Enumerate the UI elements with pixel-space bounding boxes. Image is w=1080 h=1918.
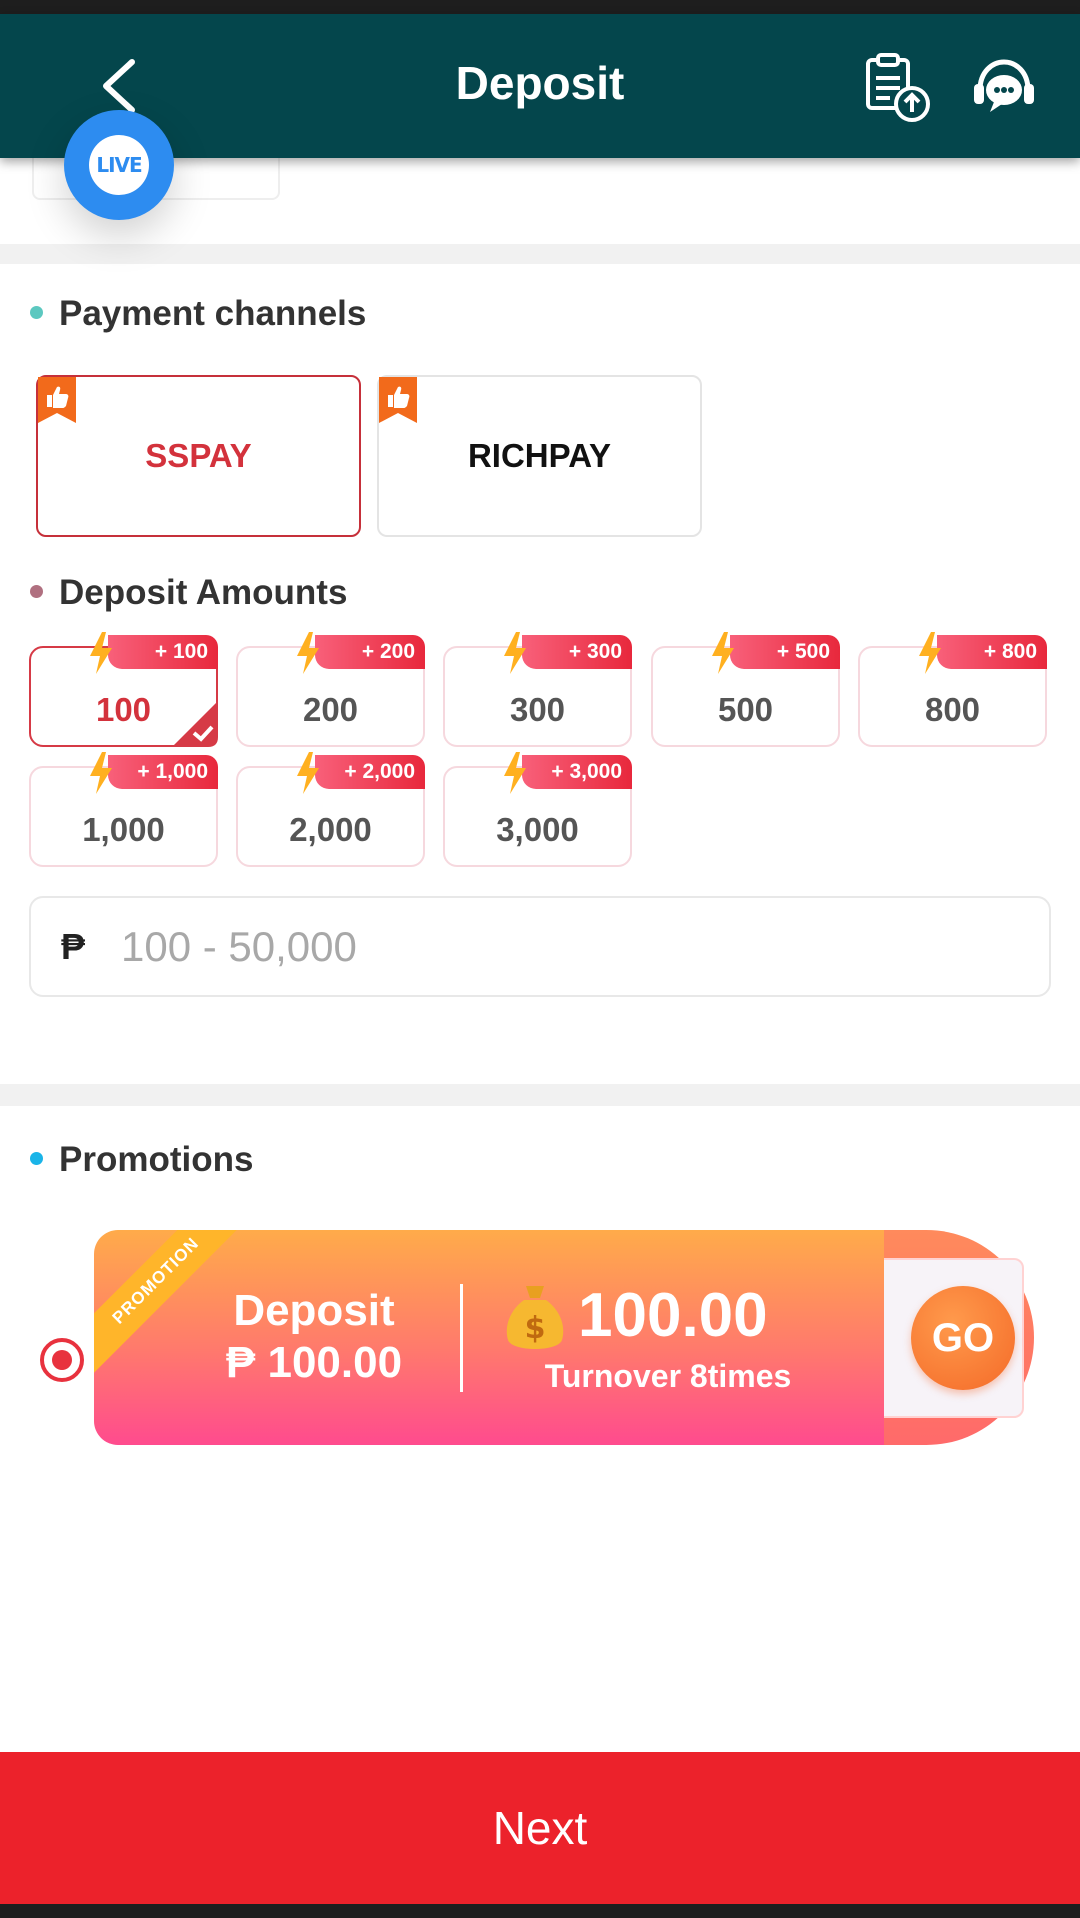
lightning-icon [297, 752, 319, 794]
promo-deposit-amount: ₱ 100.00 [225, 1338, 403, 1387]
channel-richpay[interactable]: RICHPAY [377, 375, 702, 537]
deposit-amounts-title-text: Deposit Amounts [59, 573, 348, 612]
amount-option-3000[interactable]: + 3,000 3,000 [443, 752, 632, 867]
bullet-dot [30, 585, 43, 599]
amount-value: 800 [924, 691, 981, 728]
next-button[interactable]: Next [0, 1752, 1080, 1904]
clipboard-upload-icon[interactable] [862, 52, 934, 124]
thumbs-up-icon [38, 377, 76, 423]
amount-option-2000[interactable]: + 2,000 2,000 [236, 752, 425, 867]
lightning-icon [504, 752, 526, 794]
bonus-tag: + 100 [108, 635, 218, 669]
amount-option-1000[interactable]: + 1,000 1,000 [29, 752, 218, 867]
amount-value: 200 [302, 691, 359, 728]
promo-divider [460, 1284, 463, 1392]
promo-main-panel: PROMOTION Deposit ₱ 100.00 $ 100.00 Turn… [94, 1230, 884, 1445]
amount-value: 2,000 [289, 811, 372, 848]
navigation-bar [0, 1904, 1080, 1918]
channel-label: SSPAY [145, 437, 252, 474]
amount-input[interactable] [121, 912, 1001, 982]
section-divider [0, 244, 1080, 264]
live-chat-button[interactable]: LIVE [64, 110, 174, 220]
amount-value: 300 [509, 691, 566, 728]
amount-option-800[interactable]: + 800 800 [858, 632, 1047, 747]
bonus-tag: + 500 [730, 635, 840, 669]
promotion-radio[interactable] [40, 1338, 84, 1382]
channel-sspay[interactable]: SSPAY [36, 375, 361, 537]
promo-deposit-label: Deposit [233, 1286, 395, 1335]
lightning-icon [504, 632, 526, 674]
amount-value: 500 [717, 691, 774, 728]
headset-chat-icon[interactable] [972, 58, 1036, 118]
lightning-icon [90, 752, 112, 794]
lightning-icon [712, 632, 734, 674]
bonus-tag: + 2,000 [315, 755, 425, 789]
bonus-tag: + 3,000 [522, 755, 632, 789]
payment-channels-title-text: Payment channels [59, 294, 367, 333]
promotions-title-text: Promotions [59, 1140, 254, 1179]
lightning-icon [297, 632, 319, 674]
currency-symbol: ₱ [61, 926, 86, 967]
amount-option-500[interactable]: + 500 500 [651, 632, 840, 747]
promo-turnover: Turnover 8times [544, 1358, 792, 1394]
amount-value: 1,000 [82, 811, 165, 848]
check-corner-icon [172, 701, 218, 747]
amount-input-field[interactable]: ₱ [29, 896, 1051, 997]
bonus-tag: + 200 [315, 635, 425, 669]
bullet-dot [30, 306, 43, 320]
bullet-dot [30, 1152, 43, 1166]
payment-channels-title: Payment channels [30, 294, 366, 334]
amount-option-100[interactable]: + 100 100 [29, 632, 218, 747]
go-button[interactable]: GO [911, 1286, 1015, 1390]
bonus-tag: + 1,000 [108, 755, 218, 789]
bonus-tag: + 800 [937, 635, 1047, 669]
svg-text:$: $ [525, 1311, 546, 1346]
bonus-tag: + 300 [522, 635, 632, 669]
channel-label: RICHPAY [467, 437, 612, 474]
deposit-amounts-title: Deposit Amounts [30, 573, 347, 613]
lightning-icon [90, 632, 112, 674]
promotion-card[interactable]: GO PROMOTION Deposit ₱ 100.00 $ 100.00 T… [94, 1230, 1034, 1445]
amount-option-200[interactable]: + 200 200 [236, 632, 425, 747]
section-divider [0, 1084, 1080, 1106]
thumbs-up-icon [379, 377, 417, 423]
promotions-title: Promotions [30, 1140, 253, 1180]
live-label: LIVE [89, 135, 149, 195]
promo-bonus-amount: 100.00 [578, 1281, 768, 1350]
lightning-icon [919, 632, 941, 674]
amount-value: 3,000 [496, 811, 579, 848]
status-bar [0, 0, 1080, 14]
radio-selected-dot [52, 1350, 72, 1370]
amount-option-300[interactable]: + 300 300 [443, 632, 632, 747]
money-bag-icon: $ [506, 1286, 564, 1349]
